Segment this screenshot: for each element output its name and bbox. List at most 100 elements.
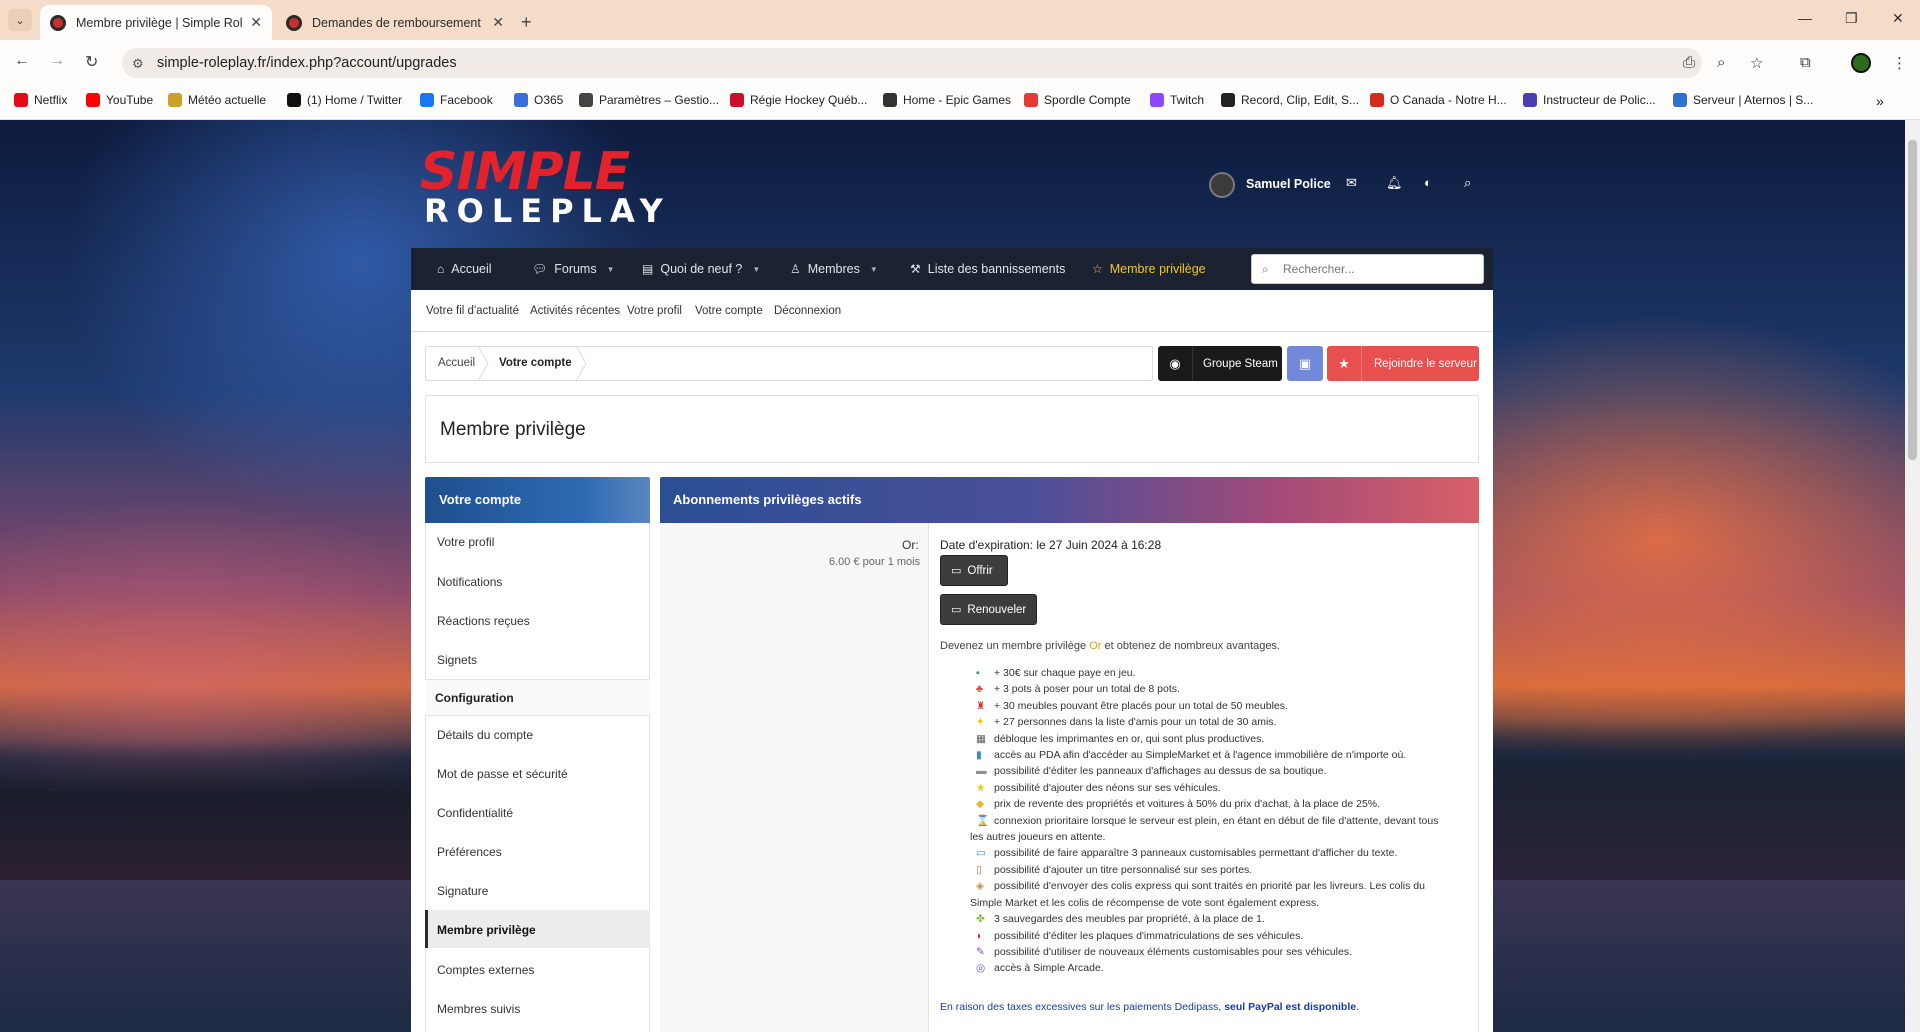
sidebar-item[interactable]: Membres suivis <box>437 1002 520 1016</box>
expiry-date: Date d'expiration: le 27 Juin 2024 à 16:… <box>940 538 1162 552</box>
site-favicon-icon <box>286 14 302 31</box>
minimize-icon[interactable]: — <box>1798 10 1812 26</box>
install-app-icon[interactable]: ⎙ <box>1683 54 1695 71</box>
list-item: ▯ possibilité d'ajouter un titre personna… <box>976 862 1471 878</box>
sidebar-item[interactable]: Détails du compte <box>437 728 533 742</box>
bookmark-favicon-icon <box>1370 93 1384 107</box>
more-bookmarks-icon[interactable]: » <box>1876 93 1884 109</box>
steam-group-button[interactable]: ◉ Groupe Steam <box>1158 346 1282 381</box>
bookmark-item[interactable]: Régie Hockey Québ... <box>730 93 867 107</box>
bookmark-label: Spordle Compte <box>1044 93 1131 107</box>
tab-title: Membre privilège | Simple Role <box>76 15 243 30</box>
url-text[interactable]: simple-roleplay.fr/index.php?account/upg… <box>157 55 457 71</box>
tab-search-button[interactable]: ⌄ <box>8 9 32 31</box>
bookmark-item[interactable]: Spordle Compte <box>1024 93 1131 107</box>
close-icon[interactable]: ✕ <box>492 14 504 31</box>
credit-card-icon: ▭ <box>951 604 962 616</box>
bookmark-favicon-icon <box>730 93 744 107</box>
forward-icon[interactable]: → <box>49 52 65 70</box>
reload-icon[interactable]: ↻ <box>85 52 98 72</box>
sidebar-item[interactable]: Confidentialité <box>437 806 513 820</box>
sidebar-item[interactable]: Réactions reçues <box>437 614 530 628</box>
sidebar-item[interactable]: Comptes externes <box>437 963 534 977</box>
breadcrumb-item-accueil[interactable]: Accueil <box>438 357 475 369</box>
sidebar-item[interactable]: Votre profil <box>437 535 494 549</box>
extensions-icon[interactable]: ⧉ <box>1800 54 1811 71</box>
join-server-button[interactable]: ★ Rejoindre le serveur <box>1327 346 1479 381</box>
theme-toggle-icon[interactable]: ◐ <box>1424 175 1432 190</box>
zoom-icon[interactable]: ⌕ <box>1717 54 1725 71</box>
bookmark-item[interactable]: Netflix <box>14 93 67 107</box>
restore-icon[interactable]: ❐ <box>1845 10 1858 27</box>
column-divider <box>928 523 929 1032</box>
profile-avatar[interactable] <box>1851 53 1871 73</box>
tab-membre-privilege[interactable]: Membre privilège | Simple Role ✕ <box>40 5 272 40</box>
sidebar-item[interactable]: Signature <box>437 884 488 898</box>
offer-button[interactable]: ▭ Offrir <box>940 555 1008 586</box>
user-name[interactable]: Samuel Police <box>1246 177 1331 191</box>
list-item: ▬ possibilité d'éditer les panneaux d'aff… <box>976 763 1471 779</box>
more-menu-icon[interactable]: ⋮ <box>1892 54 1907 72</box>
benefit-text: possibilité d'envoyer des colis express … <box>994 880 1425 893</box>
new-tab-icon[interactable]: + <box>521 12 532 33</box>
nav-item-6[interactable]: ☆ Membre privilège <box>1092 262 1206 276</box>
bookmark-item[interactable]: Paramètres – Gestio... <box>579 93 719 107</box>
subnav-item[interactable]: Déconnexion <box>774 305 841 317</box>
bookmark-item[interactable]: Twitch <box>1150 93 1204 107</box>
discord-button[interactable]: ▣ <box>1287 346 1323 381</box>
search-icon[interactable]: ⌕ <box>1464 175 1471 191</box>
bookmark-item[interactable]: (1) Home / Twitter <box>287 93 402 107</box>
bookmark-item[interactable]: O Canada - Notre H... <box>1370 93 1507 107</box>
caret-down-icon[interactable]: ▼ <box>870 265 878 274</box>
sidebar-item[interactable]: Membre privilège <box>437 923 536 937</box>
subnav-item[interactable]: Votre profil <box>627 305 682 317</box>
bookmark-item[interactable]: Instructeur de Polic... <box>1523 93 1656 107</box>
back-icon[interactable]: ← <box>14 52 30 70</box>
sidebar-item[interactable]: Notifications <box>437 575 502 589</box>
credit-card-icon: ▭ <box>951 565 962 577</box>
close-icon[interactable]: ✕ <box>250 14 262 31</box>
bookmark-item[interactable]: Home - Epic Games <box>883 93 1011 107</box>
sidebar-item[interactable]: Mot de passe et sécurité <box>437 767 568 781</box>
comments-icon: 💬︎ <box>532 262 548 276</box>
forum-search-input[interactable] <box>1283 258 1473 280</box>
search-icon: ⌕ <box>1262 262 1269 276</box>
bookmark-label: Régie Hockey Québ... <box>750 93 868 107</box>
bookmark-label: Twitch <box>1170 93 1205 107</box>
caret-down-icon[interactable]: ▼ <box>607 265 615 274</box>
nav-item-2[interactable]: 💬︎ Forums ▼ <box>532 262 615 276</box>
window-close-icon[interactable]: ✕ <box>1892 10 1904 27</box>
subnav-item[interactable]: Votre fil d'actualité <box>426 305 519 317</box>
site-info-icon[interactable]: ⚙ <box>132 56 144 72</box>
subnav-item[interactable]: Votre compte <box>695 305 763 317</box>
main-card-title: Abonnements privilèges actifs <box>673 492 862 507</box>
bookmark-item[interactable]: Facebook <box>420 93 493 107</box>
nav-item-4[interactable]: ♙ Membres ▼ <box>790 262 878 276</box>
bookmark-label: Netflix <box>34 93 68 107</box>
bookmark-item[interactable]: O365 <box>514 93 563 107</box>
bookmark-star-icon[interactable]: ☆ <box>1750 54 1763 72</box>
bookmark-label: Météo actuelle <box>188 93 267 107</box>
envelope-icon[interactable]: ✉ <box>1346 175 1357 191</box>
bell-icon[interactable]: 🔔︎ <box>1386 175 1403 191</box>
nav-item-3[interactable]: ▤ Quoi de neuf ? ▼ <box>642 262 760 276</box>
nav-item-1[interactable]: ⌂ Accueil <box>437 262 492 276</box>
steam-group-label: Groupe Steam <box>1203 357 1278 370</box>
sidebar-item[interactable]: Préférences <box>437 845 502 859</box>
site-logo[interactable]: SIMPLE ROLEPLAY <box>420 144 670 230</box>
renew-button[interactable]: ▭ Renouveler <box>940 594 1037 625</box>
bookmark-item[interactable]: Serveur | Aternos | S... <box>1673 93 1813 107</box>
scrollbar-thumb[interactable] <box>1908 140 1917 460</box>
bookmark-item[interactable]: Météo actuelle <box>168 93 266 107</box>
bookmark-item[interactable]: YouTube <box>86 93 153 107</box>
avatar[interactable] <box>1209 172 1235 198</box>
subnav-item[interactable]: Activités récentes <box>530 305 620 317</box>
bookmark-item[interactable]: Record, Clip, Edit, S... <box>1221 93 1359 107</box>
breadcrumb-item-votre-compte[interactable]: Votre compte <box>499 357 572 369</box>
nav-item-label: Liste des bannissements <box>927 262 1066 276</box>
nav-item-5[interactable]: ⚒ Liste des bannissements <box>910 262 1065 276</box>
caret-down-icon[interactable]: ▼ <box>752 265 760 274</box>
benefit-text: possibilité d'éditer les plaques d'immat… <box>994 929 1304 942</box>
sidebar-item[interactable]: Signets <box>437 653 477 667</box>
tab-demandes-remboursement[interactable]: Demandes de remboursement ✕ <box>276 5 514 40</box>
